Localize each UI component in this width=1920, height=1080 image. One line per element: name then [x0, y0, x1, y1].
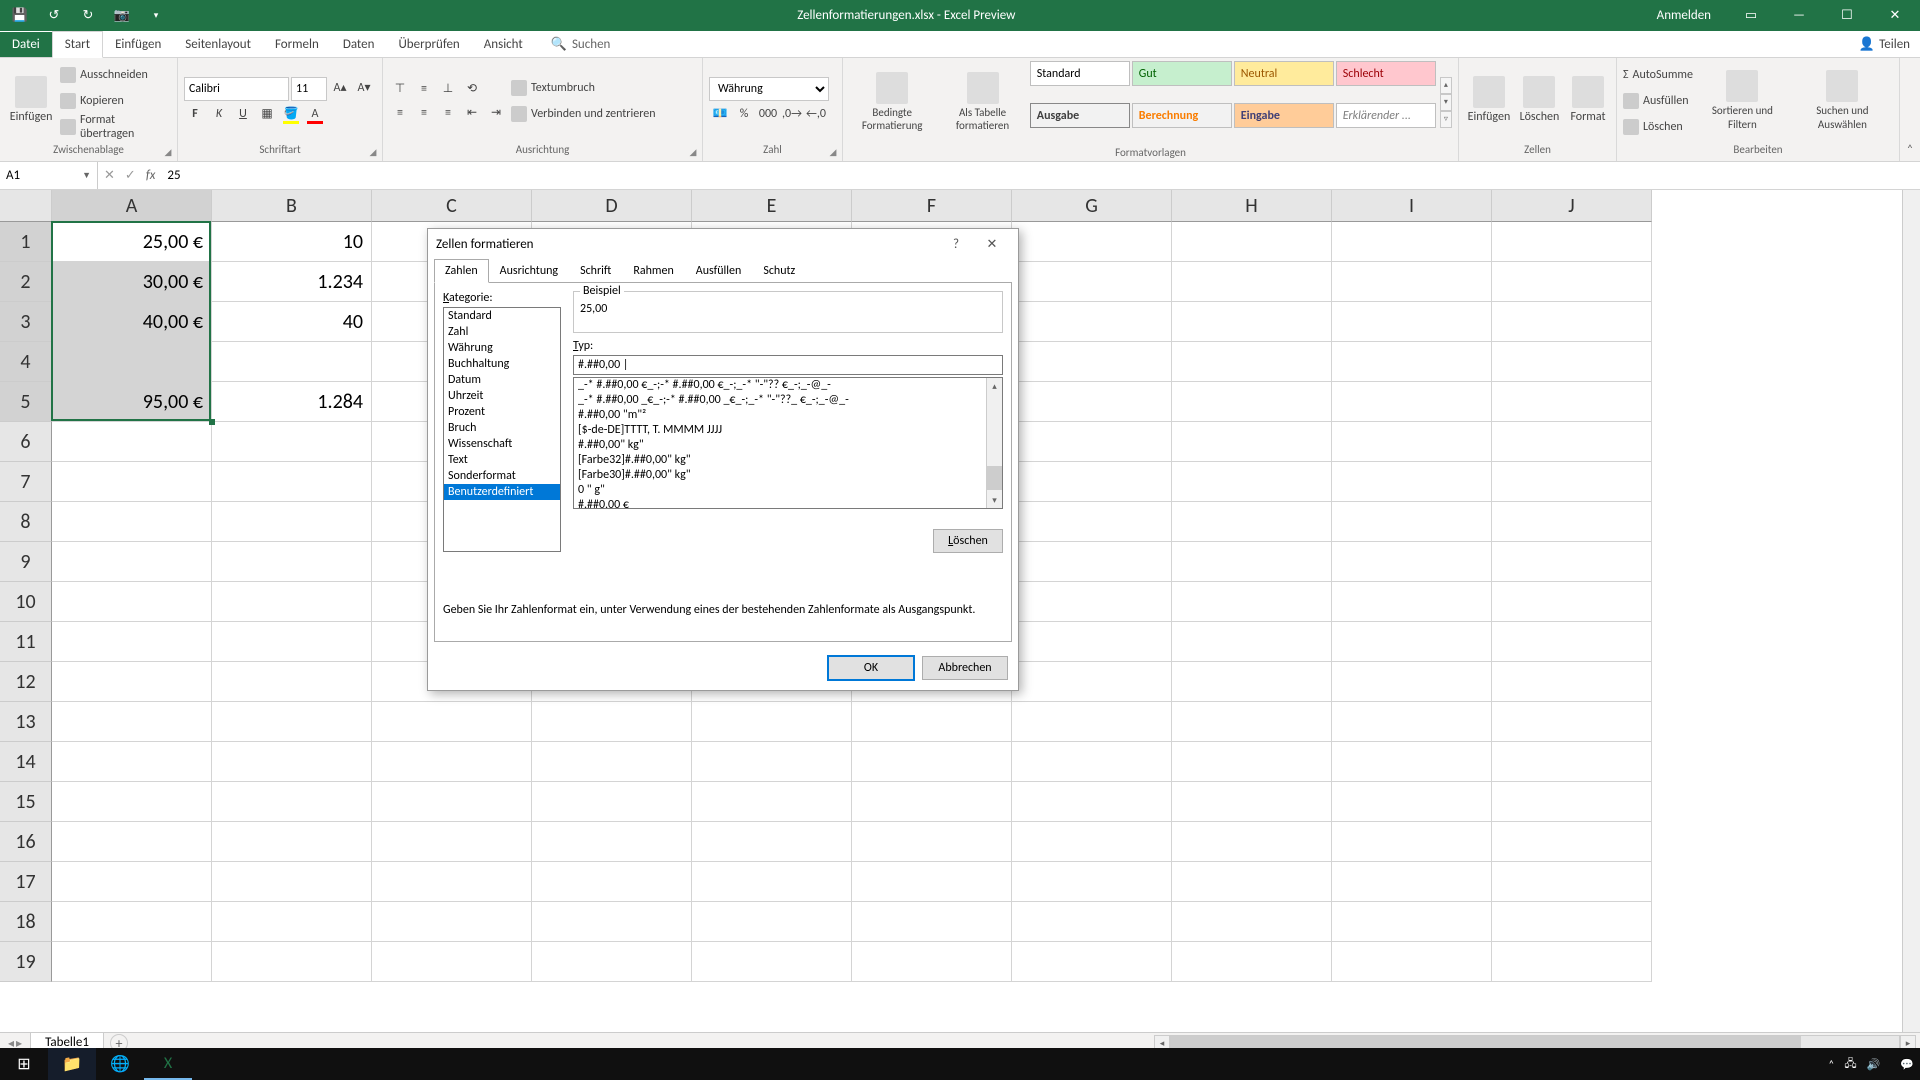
- dialog-titlebar[interactable]: Zellen formatieren ? ✕: [428, 229, 1018, 259]
- format-item[interactable]: #.##0,00 €: [574, 498, 1002, 509]
- scroll-thumb[interactable]: [986, 466, 1002, 490]
- dialog-tab-ausrichtung[interactable]: Ausrichtung: [489, 259, 569, 283]
- category-item[interactable]: Benutzerdefiniert: [444, 484, 560, 500]
- dialog-buttons: OK Abbrechen: [428, 648, 1018, 690]
- category-item[interactable]: Datum: [444, 372, 560, 388]
- scroll-up-icon[interactable]: ▴: [987, 378, 1002, 394]
- dialog-panel: Kategorie: StandardZahlWährungBuchhaltun…: [434, 282, 1012, 642]
- dialog-title: Zellen formatieren: [436, 237, 938, 252]
- ok-button[interactable]: OK: [828, 656, 914, 680]
- cancel-button[interactable]: Abbrechen: [922, 656, 1008, 680]
- sample-label: Beispiel: [580, 284, 624, 298]
- format-item[interactable]: _-* #.##0,00 €_-;-* #.##0,00 €_-;_-* "-"…: [574, 378, 1002, 393]
- format-list[interactable]: _-* #.##0,00 €_-;-* #.##0,00 €_-;_-* "-"…: [573, 377, 1003, 509]
- dialog-tab-schrift[interactable]: Schrift: [569, 259, 622, 283]
- dialog-tabs: Zahlen Ausrichtung Schrift Rahmen Ausfül…: [428, 259, 1018, 283]
- modal-overlay: Zellen formatieren ? ✕ Zahlen Ausrichtun…: [0, 0, 1920, 1080]
- format-item[interactable]: _-* #.##0,00 _€_-;-* #.##0,00 _€_-;_-* "…: [574, 393, 1002, 408]
- category-item[interactable]: Standard: [444, 308, 560, 324]
- format-item[interactable]: [Farbe32]#.##0,00" kg": [574, 453, 1002, 468]
- delete-format-button[interactable]: Löschen: [933, 529, 1003, 553]
- category-item[interactable]: Uhrzeit: [444, 388, 560, 404]
- category-item[interactable]: Zahl: [444, 324, 560, 340]
- category-item[interactable]: Währung: [444, 340, 560, 356]
- category-item[interactable]: Sonderformat: [444, 468, 560, 484]
- sample-value: 25,00: [580, 296, 996, 316]
- format-item[interactable]: [Farbe30]#.##0,00" kg": [574, 468, 1002, 483]
- dialog-close-icon[interactable]: ✕: [974, 230, 1010, 258]
- category-list[interactable]: StandardZahlWährungBuchhaltungDatumUhrze…: [443, 307, 561, 552]
- scroll-down-icon[interactable]: ▾: [987, 492, 1002, 508]
- dialog-hint: Geben Sie Ihr Zahlenformat ein, unter Ve…: [443, 603, 1003, 617]
- dialog-tab-ausfuellen[interactable]: Ausfüllen: [685, 259, 753, 283]
- category-item[interactable]: Prozent: [444, 404, 560, 420]
- dialog-tab-zahlen[interactable]: Zahlen: [434, 259, 489, 283]
- category-item[interactable]: Bruch: [444, 420, 560, 436]
- dialog-tab-rahmen[interactable]: Rahmen: [622, 259, 684, 283]
- type-input[interactable]: [573, 355, 1003, 375]
- dialog-help-icon[interactable]: ?: [938, 230, 974, 258]
- format-cells-dialog: Zellen formatieren ? ✕ Zahlen Ausrichtun…: [427, 228, 1019, 691]
- format-item[interactable]: [$-de-DE]TTTT, T. MMMM JJJJ: [574, 423, 1002, 438]
- format-item[interactable]: #.##0,00" kg": [574, 438, 1002, 453]
- category-item[interactable]: Buchhaltung: [444, 356, 560, 372]
- format-item[interactable]: #.##0,00 "m"²: [574, 408, 1002, 423]
- category-item[interactable]: Wissenschaft: [444, 436, 560, 452]
- type-label: Typ:: [573, 339, 1003, 353]
- dialog-tab-schutz[interactable]: Schutz: [752, 259, 806, 283]
- sample-box: Beispiel 25,00: [573, 291, 1003, 333]
- category-item[interactable]: Text: [444, 452, 560, 468]
- format-list-scrollbar[interactable]: ▴ ▾: [986, 378, 1002, 508]
- format-item[interactable]: 0 " g": [574, 483, 1002, 498]
